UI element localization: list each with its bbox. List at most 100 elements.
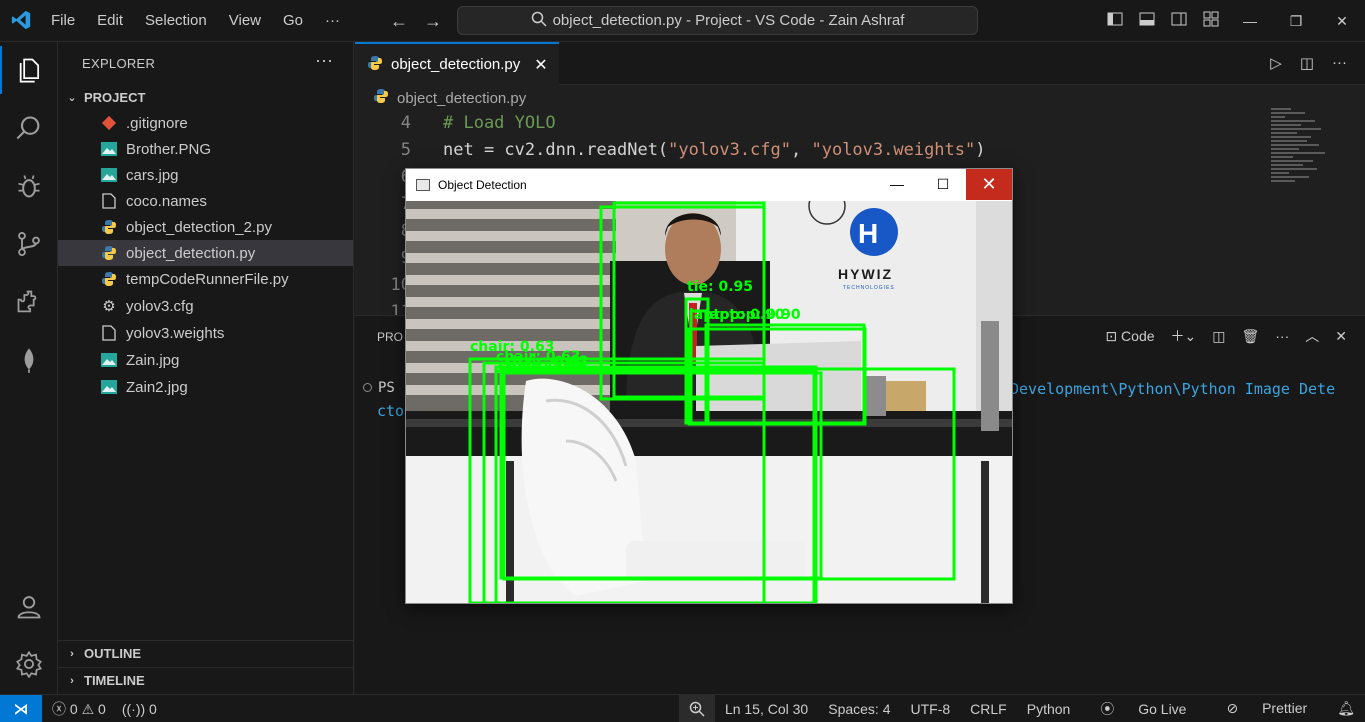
settings-gear-icon[interactable] (0, 640, 58, 688)
label-laptop-2: laptop: 0.90 (705, 307, 801, 323)
more-actions-icon[interactable]: ··· (1275, 328, 1289, 344)
toggle-sidebar-icon[interactable] (1099, 11, 1131, 31)
remote-indicator-icon[interactable]: ⋊ (0, 695, 42, 722)
svg-text:TECHNOLOGIES: TECHNOLOGIES (843, 285, 895, 291)
menu-file[interactable]: File (40, 0, 86, 42)
line-number: 8 (355, 218, 411, 245)
file-item[interactable]: Zain.jpg (58, 347, 353, 373)
restore-icon[interactable]: ❐ (1273, 13, 1319, 30)
trash-icon[interactable]: 🗑 (1241, 328, 1259, 345)
ports-status[interactable]: ((·)) 0 (122, 701, 157, 717)
outline-section-header[interactable]: › OUTLINE (58, 640, 353, 666)
image-icon (100, 378, 118, 396)
breadcrumb-file[interactable]: object_detection.py (397, 90, 526, 107)
file-name: object_detection_2.py (126, 218, 272, 236)
toggle-secondary-sidebar-icon[interactable] (1163, 11, 1195, 31)
file-item[interactable]: yolov3.weights (58, 320, 353, 346)
explorer-icon[interactable] (0, 46, 58, 94)
encoding[interactable]: UTF-8 (901, 701, 961, 717)
forward-arrow-icon[interactable]: → (424, 11, 442, 32)
prettier-button[interactable]: ⊘ Prettier (1206, 700, 1327, 717)
run-icon[interactable]: ▷ (1270, 54, 1282, 72)
broadcast-icon: ((·)) (121, 700, 146, 717)
window-maximize-icon[interactable]: ☐ (920, 169, 966, 200)
error-icon: ⓧ (52, 700, 66, 717)
minimap[interactable] (1271, 108, 1351, 218)
go-live-button[interactable]: ⦿ Go Live (1080, 699, 1206, 719)
book-stack (886, 381, 926, 411)
source-control-icon[interactable] (0, 220, 58, 268)
code-line: 5 net = cv2.dnn.readNet("yolov3.cfg", "y… (355, 137, 1255, 164)
status-bar: ⋊ ⓧ 0 ⚠ 0 ((·)) 0 Ln 15, Col 30 Spaces: … (0, 694, 1365, 722)
gear-icon: ⚙ (102, 298, 116, 315)
terminal-code-selector[interactable]: ⊡ Code (1105, 328, 1154, 345)
cursor-position[interactable]: Ln 15, Col 30 (715, 701, 818, 717)
menu-more[interactable]: ··· (314, 0, 351, 42)
language-mode[interactable]: Python (1017, 701, 1081, 717)
command-status-icon (363, 383, 372, 392)
minimize-icon[interactable]: — (1227, 13, 1273, 29)
panel-tab-problems[interactable]: PRO (377, 330, 403, 344)
object-detection-window[interactable]: Object Detection — ☐ ✕ H HYWIZ TECHNOLOG… (405, 168, 1013, 604)
sidebar-title: EXPLORER (82, 56, 156, 71)
window-title: Object Detection (438, 177, 527, 192)
file-item[interactable]: coco.names (58, 188, 353, 214)
line-number: 7 (355, 191, 411, 218)
file-item[interactable]: object_detection_2.py (58, 214, 353, 240)
menu-view[interactable]: View (218, 0, 272, 42)
command-center[interactable]: object_detection.py - Project - VS Code … (457, 6, 978, 35)
timeline-section-header[interactable]: › TIMELINE (58, 667, 353, 693)
file-item[interactable]: .gitignore (58, 110, 353, 136)
line-number: 6 (355, 164, 411, 191)
split-editor-icon[interactable]: ◫ (1300, 54, 1314, 72)
menu-edit[interactable]: Edit (86, 0, 134, 42)
split-terminal-icon[interactable]: ◫ (1212, 328, 1225, 345)
file-item[interactable]: Zain2.jpg (58, 374, 353, 400)
detection-image: H HYWIZ TECHNOLOGIES tie: 0.95 laptop: 0… (406, 201, 1012, 603)
file-icon (100, 324, 118, 342)
file-item[interactable]: tempCodeRunnerFile.py (58, 266, 353, 292)
line-ending[interactable]: CRLF (960, 701, 1017, 717)
mongodb-leaf-icon[interactable] (0, 336, 58, 384)
debug-icon[interactable] (0, 162, 58, 210)
image-icon (100, 351, 118, 369)
line-number: 10 (390, 275, 411, 295)
window-minimize-icon[interactable]: — (874, 169, 920, 200)
editor-actions: ▷ ◫ ··· (1270, 54, 1347, 72)
notifications-bell-icon[interactable]: 🔔︎ (1327, 700, 1365, 717)
explorer-sidebar: EXPLORER ··· ⌄ PROJECT .gitignore Brothe… (58, 42, 354, 694)
label-chair-4: chair: 0.63 (498, 359, 582, 375)
toggle-panel-icon[interactable] (1131, 11, 1163, 31)
maximize-panel-icon[interactable]: ︿ (1305, 326, 1319, 346)
file-item[interactable]: Brother.PNG (58, 136, 353, 162)
terminal-icon: ⊡ (1105, 327, 1118, 344)
extensions-icon[interactable] (0, 278, 58, 326)
customize-layout-icon[interactable] (1195, 11, 1227, 31)
file-item[interactable]: cars.jpg (58, 162, 353, 188)
terminal-prompt[interactable]: PS (363, 380, 395, 396)
sidebar-more-button[interactable]: ··· (315, 50, 333, 71)
back-arrow-icon[interactable]: ← (390, 11, 408, 32)
menu-selection[interactable]: Selection (134, 0, 218, 42)
file-name: cars.jpg (126, 166, 179, 184)
zoom-icon[interactable] (678, 695, 715, 722)
menu-go[interactable]: Go (272, 0, 314, 42)
close-tab-icon[interactable]: ✕ (534, 55, 547, 75)
close-panel-icon[interactable]: ✕ (1335, 328, 1347, 345)
file-name: Zain.jpg (126, 351, 180, 369)
more-actions-icon[interactable]: ··· (1332, 54, 1347, 72)
close-window-icon[interactable]: ✕ (1319, 13, 1365, 30)
new-terminal-icon[interactable]: ＋⌄ (1171, 326, 1197, 346)
problems-status[interactable]: ⓧ 0 ⚠ 0 (52, 699, 106, 719)
account-icon[interactable] (0, 583, 58, 631)
window-close-icon[interactable]: ✕ (966, 169, 1012, 200)
indentation[interactable]: Spaces: 4 (818, 701, 900, 717)
file-item-selected[interactable]: object_detection.py (58, 240, 353, 266)
outline-label: OUTLINE (84, 646, 142, 661)
tab-object-detection[interactable]: object_detection.py ✕ (355, 42, 559, 85)
file-icon (100, 192, 118, 210)
file-item[interactable]: ⚙ yolov3.cfg (58, 293, 353, 319)
breadcrumb: object_detection.py (373, 88, 526, 108)
project-folder-header[interactable]: ⌄ PROJECT (58, 86, 353, 108)
search-icon[interactable] (0, 104, 58, 152)
